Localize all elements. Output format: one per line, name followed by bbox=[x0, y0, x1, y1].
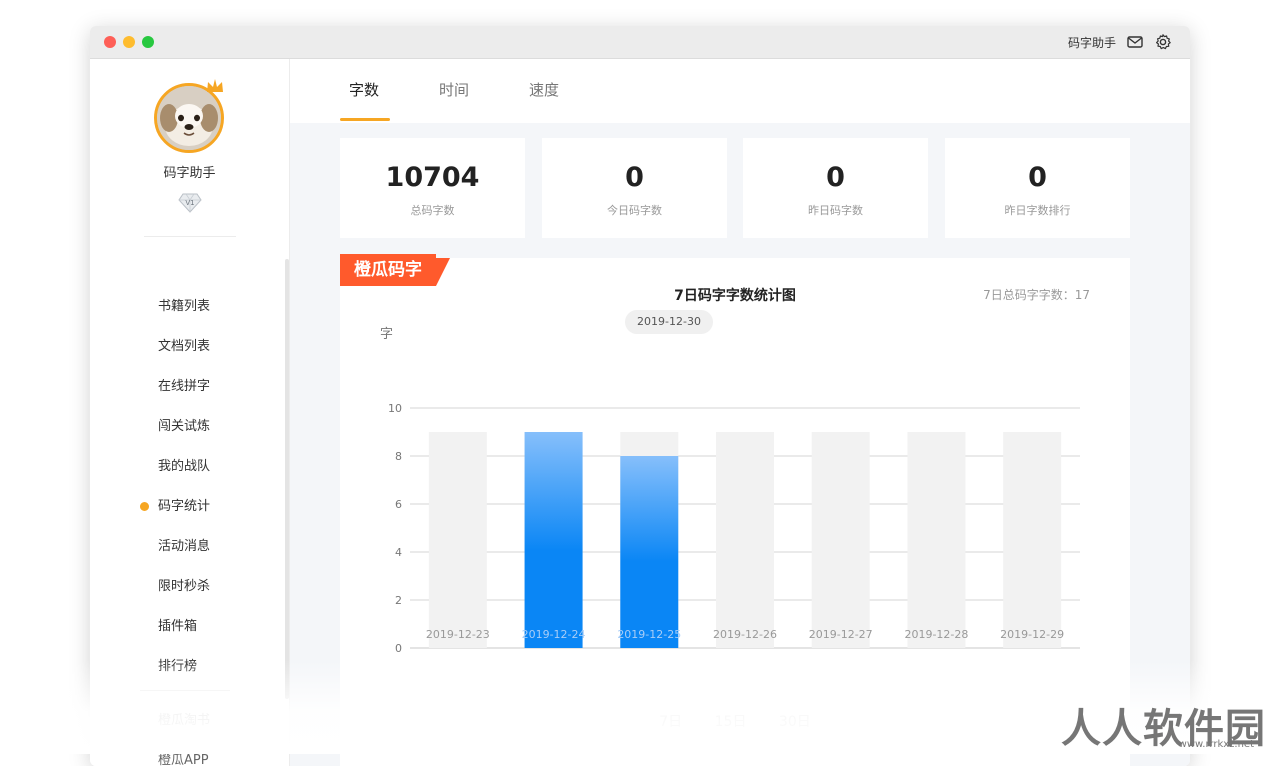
sidebar-item-challenge[interactable]: 闯关试炼 bbox=[90, 407, 289, 447]
brand-ribbon: 橙瓜码字 bbox=[340, 254, 436, 286]
stat-card-yesterday-rank: 0 昨日字数排行 bbox=[945, 138, 1130, 238]
mail-icon[interactable] bbox=[1126, 33, 1144, 51]
sidebar-item-label: 插件箱 bbox=[158, 619, 198, 634]
sidebar-extra-nav: 橙瓜淘书 橙瓜APP bbox=[90, 701, 289, 766]
x-tick-label: 2019-12-23 bbox=[426, 628, 490, 641]
sidebar-item-label: 在线拼字 bbox=[158, 379, 211, 394]
bar-background bbox=[907, 432, 966, 648]
app-title: 码字助手 bbox=[1067, 36, 1116, 50]
range-15-days-button[interactable]: 15日 bbox=[715, 711, 747, 731]
sidebar-item-label: 排行榜 bbox=[158, 659, 198, 674]
range-30-days-button[interactable]: 30日 bbox=[779, 711, 811, 731]
sidebar-item-team[interactable]: 我的战队 bbox=[90, 447, 289, 487]
y-tick-label: 6 bbox=[395, 498, 402, 511]
sidebar-item-documents[interactable]: 文档列表 bbox=[90, 327, 289, 367]
stat-value: 0 bbox=[625, 162, 644, 193]
close-window-button[interactable] bbox=[104, 36, 116, 48]
minimize-window-button[interactable] bbox=[123, 36, 135, 48]
tab-speed[interactable]: 速度 bbox=[529, 79, 559, 100]
diamond-level-icon[interactable]: V1 bbox=[178, 191, 202, 213]
x-tick-label: 2019-12-25 bbox=[617, 628, 681, 641]
bar-background bbox=[428, 432, 487, 648]
chart-total: 7日总码字字数：17 bbox=[983, 286, 1090, 303]
sidebar-item-statistics[interactable]: 码字统计 bbox=[90, 487, 289, 527]
bar-chart: 字 0 2 4 6 8 10 2019-12-23 2019-12-24 2019-12-25 20… bbox=[380, 327, 1080, 655]
gear-icon[interactable] bbox=[1154, 33, 1172, 51]
x-tick-label: 2019-12-26 bbox=[713, 628, 777, 641]
sidebar-item-flash-sale[interactable]: 限时秒杀 bbox=[90, 567, 289, 607]
active-indicator bbox=[140, 502, 149, 511]
app-window: 码字助手 码字助手 V1 书籍列表 文档列表 在线拼字 闯关试炼 我的战队 码字… bbox=[90, 26, 1190, 766]
sidebar-nav: 书籍列表 文档列表 在线拼字 闯关试炼 我的战队 码字统计 活动消息 限时秒杀 … bbox=[90, 287, 289, 687]
stat-value: 0 bbox=[1028, 162, 1047, 193]
sidebar-item-book-shop[interactable]: 橙瓜淘书 bbox=[90, 701, 289, 741]
dog-avatar-image bbox=[157, 86, 221, 150]
bar bbox=[524, 432, 583, 648]
stat-value: 0 bbox=[826, 162, 845, 193]
maximize-window-button[interactable] bbox=[142, 36, 154, 48]
stat-card-total: 10704 总码字数 bbox=[340, 138, 525, 238]
stat-value: 10704 bbox=[385, 162, 480, 193]
chart-total-label: 7日总码字字数： bbox=[983, 288, 1075, 302]
sidebar-item-label: 我的战队 bbox=[158, 459, 211, 474]
sidebar-item-ranking[interactable]: 排行榜 bbox=[90, 647, 289, 687]
tab-time[interactable]: 时间 bbox=[439, 79, 469, 100]
stat-card-yesterday: 0 昨日码字数 bbox=[743, 138, 928, 238]
x-tick-label: 2019-12-24 bbox=[522, 628, 586, 641]
bar-background bbox=[1003, 432, 1062, 648]
sidebar-item-label: 文档列表 bbox=[158, 339, 211, 354]
y-tick-label: 2 bbox=[395, 594, 402, 607]
y-tick-label: 8 bbox=[395, 450, 402, 463]
sidebar-item-plugins[interactable]: 插件箱 bbox=[90, 607, 289, 647]
sidebar-divider bbox=[140, 690, 230, 691]
stat-card-today: 0 今日码字数 bbox=[542, 138, 727, 238]
sidebar-item-label: 闯关试炼 bbox=[158, 419, 211, 434]
x-tick-label: 2019-12-27 bbox=[809, 628, 873, 641]
tab-bar: 字数 时间 速度 bbox=[290, 59, 1190, 123]
main-content: 字数 时间 速度 10704 总码字数 0 今日码字数 0 昨日码字数 0 昨日… bbox=[290, 59, 1190, 766]
sidebar-item-online-typing[interactable]: 在线拼字 bbox=[90, 367, 289, 407]
sidebar-item-books[interactable]: 书籍列表 bbox=[90, 287, 289, 327]
chart-panel: 橙瓜码字 7日码字字数统计图 7日总码字字数：17 2019-12-30 字02… bbox=[340, 254, 1130, 766]
stat-label: 昨日码字数 bbox=[808, 204, 863, 217]
y-axis-label: 字 bbox=[380, 327, 393, 342]
chart-total-value: 17 bbox=[1074, 288, 1090, 302]
ribbon-tail bbox=[436, 258, 450, 286]
sidebar-item-label: 橙瓜淘书 bbox=[158, 713, 211, 728]
title-bar: 码字助手 bbox=[90, 26, 1190, 59]
sidebar-item-label: 书籍列表 bbox=[158, 299, 211, 314]
y-tick-label: 0 bbox=[395, 642, 402, 655]
stat-label: 总码字数 bbox=[410, 204, 455, 217]
x-tick-label: 2019-12-28 bbox=[904, 628, 968, 641]
bar-background bbox=[811, 432, 870, 648]
crown-icon bbox=[207, 79, 223, 92]
username: 码字助手 bbox=[163, 166, 216, 181]
x-tick-label: 2019-12-29 bbox=[1000, 628, 1064, 641]
range-7-days-button[interactable]: 7日 bbox=[659, 711, 682, 731]
stat-label: 昨日字数排行 bbox=[1004, 204, 1071, 217]
sidebar-item-label: 橙瓜APP bbox=[158, 753, 209, 766]
sidebar-item-label: 活动消息 bbox=[158, 539, 211, 554]
y-tick-label: 4 bbox=[395, 546, 402, 559]
sidebar-item-label: 限时秒杀 bbox=[158, 579, 211, 594]
sidebar-scrollbar[interactable] bbox=[285, 259, 289, 699]
svg-text:V1: V1 bbox=[185, 199, 194, 207]
tab-word-count[interactable]: 字数 bbox=[349, 79, 379, 100]
sidebar: 码字助手 V1 书籍列表 文档列表 在线拼字 闯关试炼 我的战队 码字统计 活动… bbox=[90, 59, 290, 766]
bar bbox=[620, 456, 679, 648]
sidebar-divider bbox=[144, 236, 236, 237]
watermark-url: www.rrrkxz.net bbox=[1178, 739, 1254, 750]
sidebar-item-label: 码字统计 bbox=[158, 499, 211, 514]
active-tab-underline bbox=[340, 118, 390, 121]
range-selector: 7日 15日 30日 bbox=[340, 711, 1130, 731]
sidebar-item-messages[interactable]: 活动消息 bbox=[90, 527, 289, 567]
stat-label: 今日码字数 bbox=[607, 204, 662, 217]
y-tick-label: 10 bbox=[388, 402, 402, 415]
bar-background bbox=[716, 432, 774, 648]
